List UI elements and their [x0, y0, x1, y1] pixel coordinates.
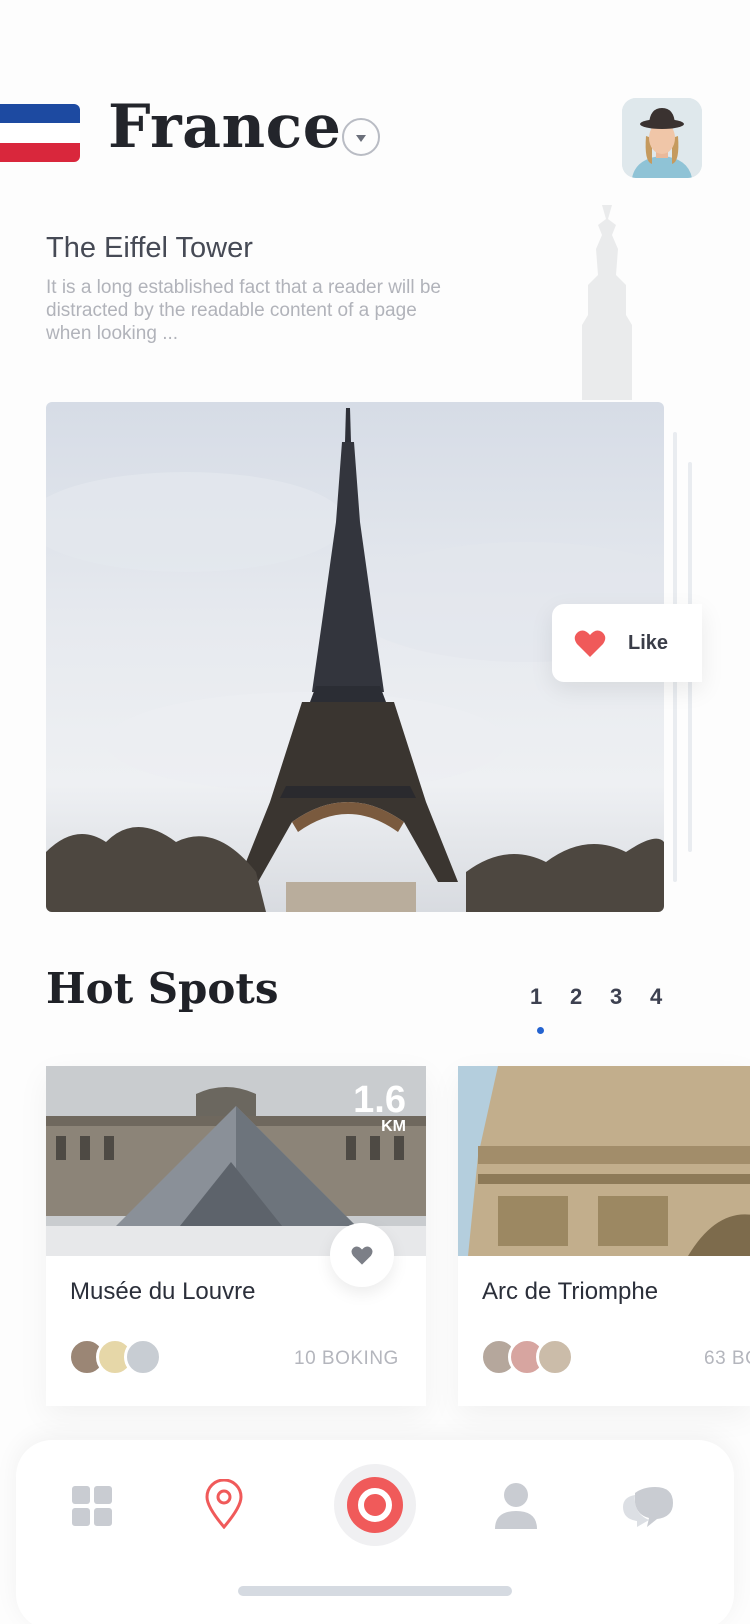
avatar: [124, 1338, 162, 1376]
avatar: [536, 1338, 574, 1376]
chat-icon: [623, 1487, 673, 1527]
hot-spots-title: Hot Spots: [46, 964, 279, 1013]
heart-icon: [351, 1246, 373, 1265]
active-page-indicator: [537, 1027, 544, 1034]
place-name: Musée du Louvre: [70, 1278, 256, 1305]
visitor-avatars: [480, 1338, 574, 1376]
user-avatar[interactable]: [622, 98, 702, 178]
page-3[interactable]: 3: [610, 984, 650, 1010]
page-2[interactable]: 2: [570, 984, 610, 1010]
booking-count: 63 BOKING: [704, 1348, 750, 1369]
country-title: France: [108, 92, 342, 162]
arc-de-triomphe-photo: [458, 1066, 750, 1256]
nav-record[interactable]: [334, 1464, 416, 1546]
home-indicator: [238, 1586, 512, 1596]
location-pin-icon: [205, 1479, 243, 1529]
page-4[interactable]: 4: [650, 984, 690, 1010]
heart-icon: [574, 630, 606, 657]
featured-description: It is a long established fact that a rea…: [46, 277, 442, 344]
page-1[interactable]: 1: [530, 984, 570, 1010]
nav-location[interactable]: [194, 1474, 254, 1534]
favorite-button[interactable]: [330, 1223, 394, 1287]
pagination: 1 2 3 4: [530, 984, 690, 1010]
featured-title: The Eiffel Tower: [46, 232, 253, 264]
france-flag-icon: [0, 104, 80, 162]
visitor-avatars: [68, 1338, 162, 1376]
nav-chat[interactable]: [618, 1478, 678, 1538]
record-icon: [347, 1477, 403, 1533]
like-label: Like: [628, 631, 669, 654]
like-button[interactable]: Like: [552, 604, 702, 682]
statue-decoration-icon: [582, 205, 632, 400]
profile-icon: [495, 1483, 537, 1529]
country-dropdown-button[interactable]: [342, 118, 380, 156]
grid-icon: [72, 1486, 112, 1526]
place-name: Arc de Triomphe: [482, 1278, 659, 1305]
nav-grid[interactable]: [62, 1476, 122, 1536]
distance-value: 1.6: [353, 1079, 406, 1121]
booking-count: 10 BOKING: [294, 1348, 399, 1369]
hot-spot-card[interactable]: Arc de Triomphe 63 BOKING: [458, 1066, 750, 1406]
distance-badge: 1.6 KM: [346, 1080, 406, 1136]
bottom-navigation: [16, 1440, 734, 1624]
nav-profile[interactable]: [486, 1476, 546, 1536]
